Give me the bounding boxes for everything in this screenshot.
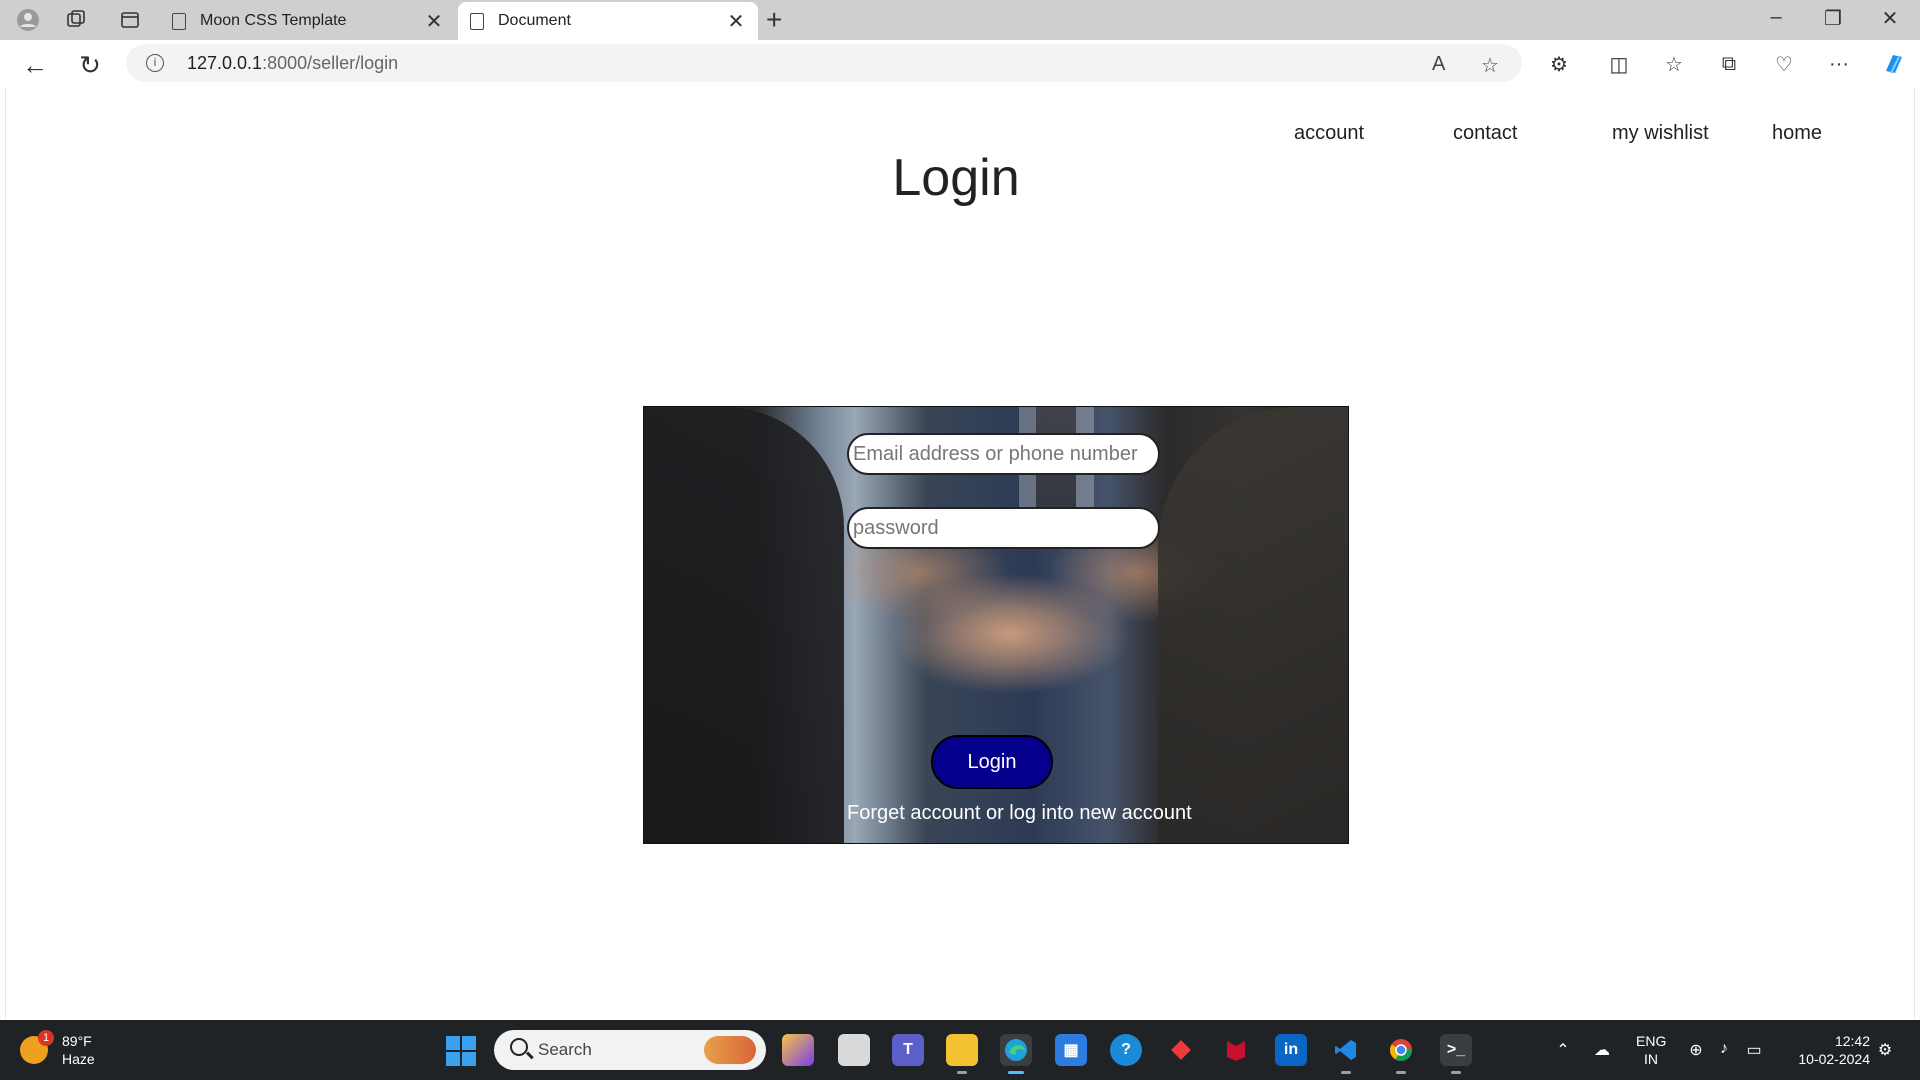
nav-wishlist-link[interactable]: my wishlist (1612, 122, 1709, 145)
tab-moon-css-template[interactable]: Moon CSS Template ✕ (160, 2, 456, 40)
windows-taskbar: 1 89°F Haze Search T ▦ ? in >_ ⌃ ☁ ENG I… (0, 1020, 1920, 1080)
copilot-icon[interactable] (1880, 50, 1908, 78)
restore-icon[interactable]: ❐ (1813, 6, 1853, 31)
clock-date: 10-02-2024 (1798, 1051, 1870, 1067)
split-screen-icon[interactable]: ◫ (1605, 50, 1633, 78)
anydesk-icon[interactable] (1165, 1034, 1197, 1066)
system-clock[interactable]: 12:42 10-02-2024 (1780, 1032, 1870, 1068)
favorites-icon[interactable]: ☆ (1660, 50, 1688, 78)
tab-actions-icon[interactable] (118, 8, 142, 32)
minimize-icon[interactable]: – (1756, 6, 1796, 29)
search-label: Search (538, 1040, 592, 1059)
clock-time: 12:42 (1834, 1033, 1870, 1049)
page-title-text: Login (892, 149, 1020, 207)
teams-icon[interactable]: T (892, 1034, 924, 1066)
profile-icon[interactable] (16, 8, 40, 32)
onedrive-offline-icon[interactable]: ☁ (1592, 1040, 1612, 1060)
search-highlight-icon (704, 1036, 756, 1064)
nav-home-link[interactable]: home (1772, 122, 1822, 145)
weather-condition: Haze (62, 1051, 95, 1067)
login-button[interactable]: Login (931, 735, 1053, 789)
notifications-icon[interactable]: ⚙ (1875, 1040, 1895, 1060)
favorite-star-icon[interactable]: ☆ (1481, 53, 1499, 78)
extensions-icon[interactable]: ⚙ (1545, 50, 1573, 78)
page-title: Login (6, 148, 1916, 208)
region-code: IN (1644, 1051, 1658, 1067)
address-url[interactable]: 127.0.0.1:8000/seller/login (187, 53, 398, 74)
login-form-panel: Login Forget account or log into new acc… (643, 406, 1349, 844)
tab-document[interactable]: Document ✕ (458, 2, 758, 40)
close-icon[interactable]: ✕ (726, 9, 746, 34)
search-icon (510, 1038, 528, 1056)
copilot-preview-app-icon[interactable] (782, 1034, 814, 1066)
page-viewport: account contact my wishlist home Login L… (5, 88, 1915, 1018)
weather-sun-icon: 1 (20, 1030, 54, 1064)
browser-toolbar: ← ↻ i 127.0.0.1:8000/seller/login A ☆ ⚙ … (0, 40, 1920, 88)
collections-icon[interactable]: ⧉ (1715, 50, 1743, 78)
get-help-icon[interactable]: ? (1110, 1034, 1142, 1066)
nav-account-link[interactable]: account (1294, 122, 1364, 145)
background-photo-right-figure (1158, 407, 1348, 843)
notification-badge: 1 (38, 1030, 54, 1046)
weather-temperature: 89°F (62, 1033, 92, 1049)
nav-contact-link[interactable]: contact (1453, 122, 1517, 145)
weather-widget[interactable]: 1 89°F Haze (20, 1030, 95, 1070)
new-tab-icon[interactable]: + (766, 4, 782, 36)
taskbar-search[interactable]: Search (494, 1030, 766, 1070)
browser-tab-strip: Moon CSS Template ✕ Document ✕ + – ❐ ✕ (0, 0, 1920, 40)
window-close-icon[interactable]: ✕ (1870, 6, 1910, 31)
address-bar[interactable]: i 127.0.0.1:8000/seller/login A ☆ (126, 44, 1522, 82)
windows-start-icon[interactable] (446, 1036, 476, 1066)
network-globe-icon[interactable]: ⊕ (1686, 1040, 1706, 1060)
language-indicator[interactable]: ENG IN (1636, 1032, 1666, 1068)
url-path: :8000/seller/login (262, 53, 399, 73)
terminal-icon[interactable]: >_ (1440, 1034, 1472, 1074)
password-input[interactable] (847, 507, 1160, 549)
workspaces-icon[interactable] (64, 8, 88, 32)
read-aloud-icon[interactable]: A (1432, 53, 1445, 76)
background-photo-left-figure (644, 407, 844, 843)
tab-title: Moon CSS Template (200, 12, 347, 29)
battery-icon[interactable]: ▭ (1744, 1040, 1764, 1060)
show-hidden-icons-chevron-icon[interactable]: ⌃ (1553, 1040, 1573, 1060)
back-arrow-icon[interactable]: ← (20, 50, 50, 80)
file-explorer-icon[interactable] (946, 1034, 978, 1074)
page-icon (470, 12, 484, 30)
url-host: 127.0.0.1 (187, 53, 263, 73)
close-icon[interactable]: ✕ (424, 9, 444, 34)
volume-icon[interactable]: ♪ (1714, 1040, 1734, 1060)
forget-account-link[interactable]: Forget account or log into new account (847, 802, 1192, 825)
mcafee-icon[interactable] (1220, 1034, 1252, 1066)
email-input[interactable] (847, 433, 1160, 475)
linkedin-icon[interactable]: in (1275, 1034, 1307, 1066)
task-view-icon[interactable] (838, 1034, 870, 1066)
chrome-icon[interactable] (1385, 1034, 1417, 1074)
language-code: ENG (1636, 1033, 1667, 1049)
page-icon (172, 12, 186, 30)
microsoft-store-icon[interactable]: ▦ (1055, 1034, 1087, 1066)
tab-title: Document (498, 12, 571, 29)
vscode-icon[interactable] (1330, 1034, 1362, 1074)
more-menu-icon[interactable]: ··· (1825, 50, 1853, 78)
site-info-icon[interactable]: i (146, 54, 164, 72)
browser-essentials-icon[interactable]: ♡ (1770, 50, 1798, 78)
refresh-icon[interactable]: ↻ (75, 50, 105, 80)
edge-browser-icon[interactable] (1000, 1034, 1032, 1074)
